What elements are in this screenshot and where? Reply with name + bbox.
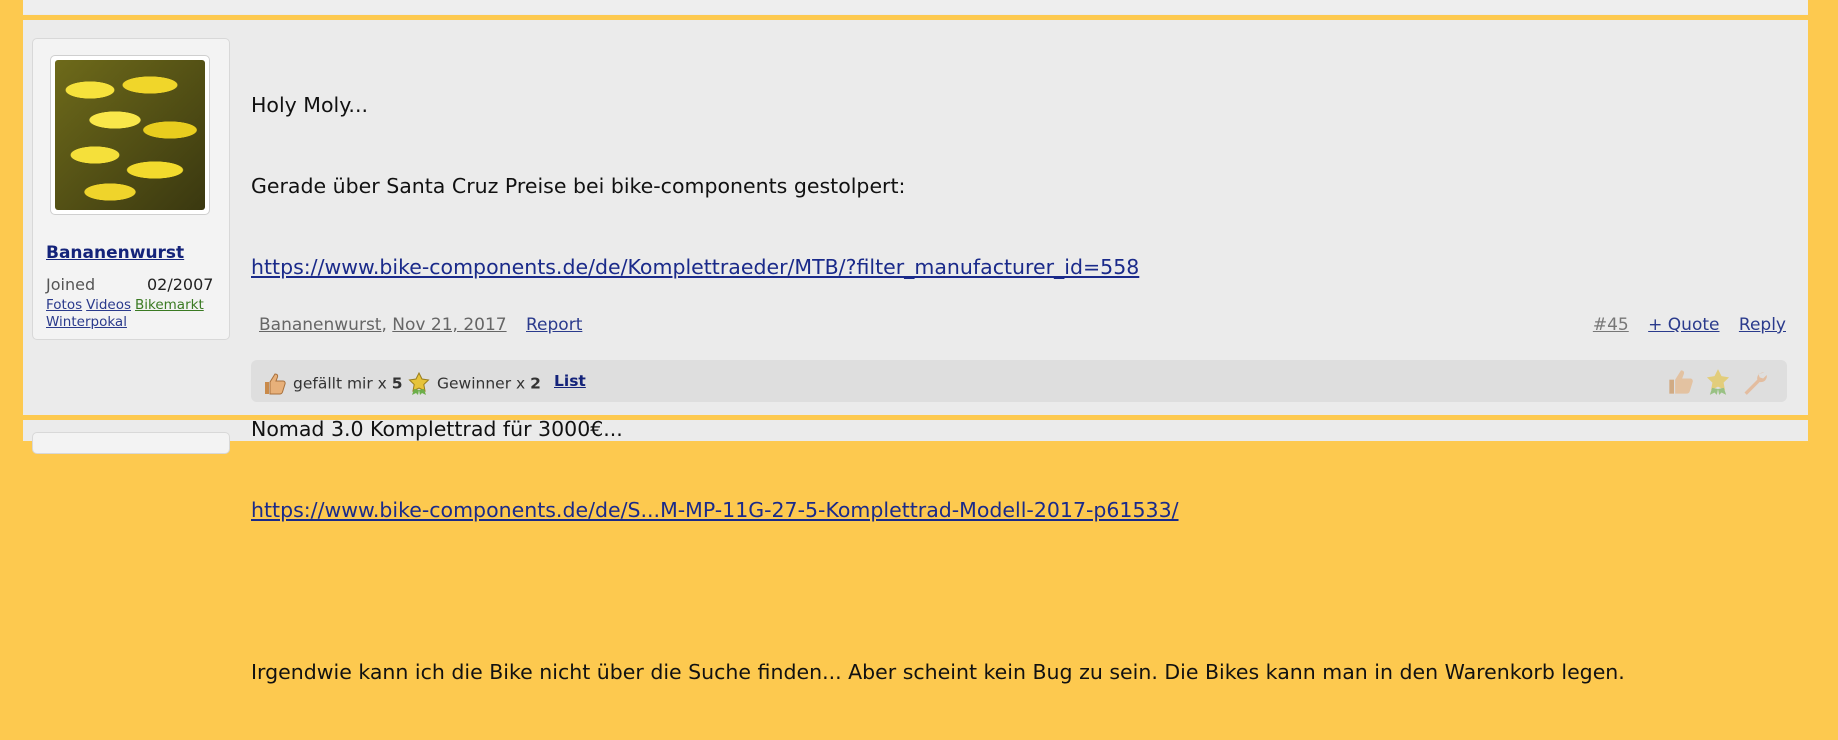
username-link[interactable]: Bananenwurst <box>46 243 184 263</box>
reply-button[interactable]: Reply <box>1739 315 1786 335</box>
user-info-card: Bananenwurst Joined 02/2007 Fotos Videos B… <box>32 38 230 340</box>
likes-summary-bar: gefällt mir x 5 Gewinner x 2 List <box>251 360 1787 402</box>
previous-post-edge <box>23 0 1808 14</box>
like-label: gefällt mir x <box>293 374 387 393</box>
post-number-link[interactable]: #45 <box>1593 315 1629 335</box>
post-actions: #45 + Quote Reply <box>1579 315 1786 335</box>
post-meta: Bananenwurst, Nov 21, 2017 Report <box>259 315 582 335</box>
rating-buttons <box>1663 368 1769 400</box>
post-date-link[interactable]: Nov 21, 2017 <box>392 315 506 335</box>
fotos-link[interactable]: Fotos <box>46 297 82 313</box>
winner-count: 2 <box>530 374 541 393</box>
bikemarkt-link[interactable]: Bikemarkt <box>135 297 204 313</box>
wrench-icon[interactable] <box>1741 368 1769 396</box>
likes-list-link[interactable]: List <box>554 372 586 390</box>
joined-value: 02/2007 <box>147 275 214 294</box>
winterpokal-link[interactable]: Winterpokal <box>46 314 127 330</box>
post-separator <box>23 15 1808 20</box>
thumbs-up-icon[interactable] <box>1667 368 1695 396</box>
quote-button[interactable]: + Quote <box>1648 315 1719 335</box>
winner-label: Gewinner x <box>437 374 526 393</box>
post-separator <box>23 415 1808 420</box>
meta-author-link[interactable]: Bananenwurst <box>259 315 381 335</box>
user-links: Fotos Videos Bikemarkt Winterpokal <box>46 297 221 331</box>
videos-link[interactable]: Videos <box>86 297 131 313</box>
like-count: 5 <box>391 374 403 393</box>
thumbs-up-icon <box>265 373 286 395</box>
joined-label: Joined <box>46 275 96 294</box>
medal-icon <box>408 372 430 395</box>
next-post-user-card <box>32 432 230 454</box>
medal-icon[interactable] <box>1704 368 1732 396</box>
message-line: Irgendwie kann ich die Bike nicht über d… <box>251 660 1625 684</box>
message-line: Nomad 3.0 Komplettrad für 3000€... <box>251 417 623 441</box>
winner-summary: Gewinner x 2 <box>407 372 541 396</box>
like-summary: gefällt mir x 5 <box>263 372 403 396</box>
message-line: Holy Moly... <box>251 93 368 117</box>
meta-separator: , <box>381 315 387 335</box>
avatar[interactable] <box>55 60 205 210</box>
bike-components-link-2[interactable]: https://www.bike-components.de/de/S...M-… <box>251 498 1179 522</box>
post-frame: Bananenwurst Joined 02/2007 Fotos Videos B… <box>23 0 1808 684</box>
message-line: Gerade über Santa Cruz Preise bei bike-c… <box>251 174 906 198</box>
bike-components-link-1[interactable]: https://www.bike-components.de/de/Komple… <box>251 255 1139 279</box>
avatar-frame <box>50 55 210 215</box>
report-link[interactable]: Report <box>526 315 582 335</box>
